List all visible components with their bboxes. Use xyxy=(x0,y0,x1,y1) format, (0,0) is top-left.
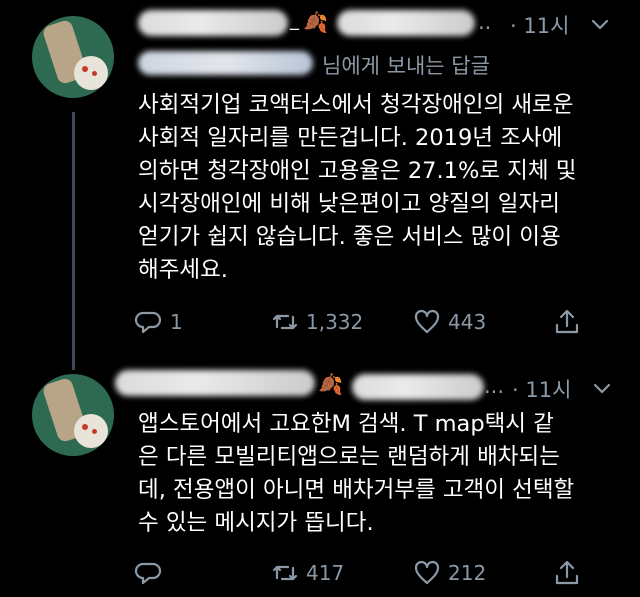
reply-icon xyxy=(134,562,162,585)
redacted-username xyxy=(352,374,484,400)
reply-button[interactable]: 1 xyxy=(134,305,183,339)
tweet-2[interactable]: 🍂 ... · 11시 앱스토어에서 고요한M 검색. T map택시 같 은 … xyxy=(0,360,640,597)
autumn-leaf-icon: 🍂 xyxy=(318,372,343,396)
tweet-time[interactable]: · 11시 xyxy=(512,374,571,404)
redacted-display-name xyxy=(115,370,315,396)
retweet-button[interactable]: 1,332 xyxy=(270,305,363,339)
reply-count: 1 xyxy=(170,310,183,334)
chevron-down-icon[interactable] xyxy=(590,15,610,35)
ellipsis: .. xyxy=(478,10,492,34)
like-count: 212 xyxy=(448,561,487,585)
avatar[interactable] xyxy=(32,374,114,456)
retweet-count: 417 xyxy=(306,561,345,585)
like-count: 443 xyxy=(448,310,487,334)
retweet-count: 1,332 xyxy=(306,310,364,334)
retweet-icon xyxy=(272,565,298,581)
share-button[interactable] xyxy=(552,556,582,590)
like-button[interactable]: 212 xyxy=(412,556,486,590)
share-button[interactable] xyxy=(552,305,582,339)
share-icon xyxy=(555,560,579,585)
redacted-display-name xyxy=(138,10,288,36)
tweet-1[interactable]: _ 🍂 .. · 11시 님에게 보내는 답글 사회적기업 코액터스에서 청각장… xyxy=(0,0,640,370)
like-button[interactable]: 443 xyxy=(412,305,486,339)
reply-button[interactable] xyxy=(134,556,170,590)
tweet-actions: 1 1,332 443 xyxy=(134,305,594,339)
redacted-reply-target[interactable] xyxy=(138,51,313,75)
retweet-icon xyxy=(272,314,298,330)
thread-line xyxy=(72,112,75,370)
avatar[interactable] xyxy=(32,16,114,98)
ellipsis: ... xyxy=(484,374,505,398)
autumn-leaf-icon: 🍂 xyxy=(303,10,328,34)
reply-to-label: 님에게 보내는 답글 xyxy=(322,54,490,78)
chevron-down-icon[interactable] xyxy=(592,379,612,399)
heart-icon xyxy=(414,309,440,334)
redacted-username xyxy=(337,10,475,36)
tweet-text: 앱스토어에서 고요한M 검색. T map택시 같 은 다른 모빌리티앱으로는 … xyxy=(138,411,575,536)
tweet-actions: 417 212 xyxy=(134,556,594,590)
share-icon xyxy=(555,309,579,334)
reply-icon xyxy=(134,311,162,334)
tweet-text: 사회적기업 코액터스에서 청각장애인의 새로운 사회적 일자리를 만든겁니다. … xyxy=(138,92,577,283)
handle-underscore: _ xyxy=(290,10,299,31)
retweet-button[interactable]: 417 xyxy=(270,556,344,590)
heart-icon xyxy=(414,560,440,585)
tweet-time[interactable]: · 11시 xyxy=(510,10,569,40)
